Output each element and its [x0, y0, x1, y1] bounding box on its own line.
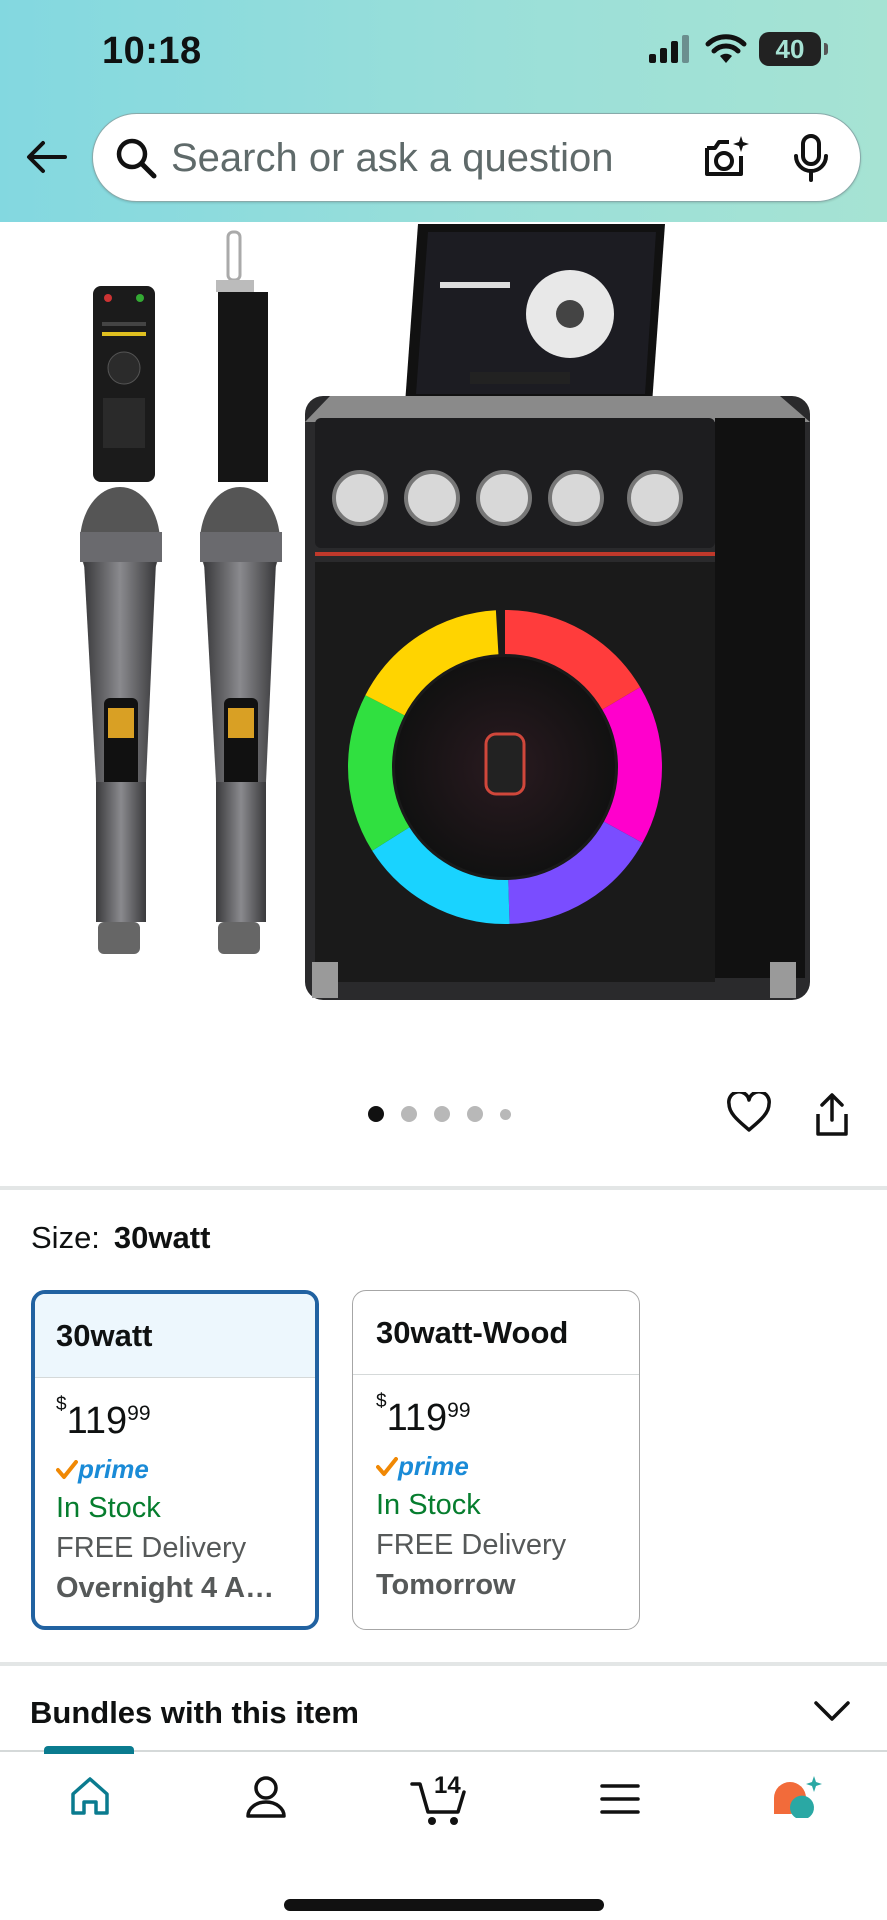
nav-rufus[interactable] [770, 1774, 824, 1827]
size-label: Size: 30watt [31, 1220, 210, 1256]
bundles-section-title[interactable]: Bundles with this item [30, 1695, 359, 1731]
header: 10:18 40 [0, 0, 887, 222]
carousel-dot[interactable] [500, 1108, 511, 1120]
nav-home[interactable] [68, 1774, 112, 1823]
option-name: 30watt-Wood [353, 1291, 639, 1375]
search-bar[interactable] [92, 113, 861, 202]
search-input[interactable] [171, 128, 691, 188]
nav-active-indicator [44, 1746, 134, 1754]
currency-symbol: $ [56, 1394, 67, 1415]
prime-badge: prime [376, 1451, 469, 1482]
price-whole: 119 [386, 1397, 448, 1439]
menu-icon [600, 1784, 640, 1814]
chevron-down-icon [814, 1701, 850, 1721]
karaoke-speaker-image [80, 224, 810, 1000]
wishlist-button[interactable] [726, 1090, 772, 1139]
prime-badge: prime [56, 1454, 149, 1485]
nav-account[interactable] [244, 1774, 288, 1825]
microphone-icon[interactable] [791, 132, 831, 184]
price-cents: 99 [127, 1402, 151, 1425]
stock-status: In Stock [56, 1492, 161, 1524]
delivery-time: Tomorrow [376, 1569, 516, 1601]
delivery-text: FREE Delivery [56, 1532, 247, 1564]
size-label-text: Size: [31, 1220, 100, 1255]
carousel-dot[interactable] [401, 1106, 417, 1122]
share-icon [816, 1093, 848, 1136]
bottom-navigation: 14 [0, 1746, 887, 1920]
heart-icon [727, 1090, 771, 1132]
back-button[interactable] [22, 132, 72, 182]
product-image[interactable] [0, 222, 887, 1042]
option-price: $11999 [56, 1394, 151, 1443]
carousel-dot[interactable] [467, 1106, 483, 1122]
option-name: 30watt [35, 1294, 315, 1378]
size-option-30watt[interactable]: 30watt $11999 prime In Stock FREE Delive… [31, 1290, 319, 1630]
size-option-30watt-wood[interactable]: 30watt-Wood $11999 prime In Stock FREE D… [352, 1290, 640, 1630]
signal-icon [649, 35, 689, 63]
prime-check-icon [376, 1456, 398, 1476]
share-button[interactable] [812, 1092, 852, 1143]
account-icon [246, 1776, 286, 1818]
currency-symbol: $ [376, 1391, 387, 1412]
home-icon [71, 1777, 109, 1815]
price-whole: 119 [66, 1400, 128, 1442]
carousel-dots[interactable] [368, 1106, 511, 1122]
wifi-icon [705, 34, 747, 63]
section-divider [0, 1186, 887, 1190]
section-divider [0, 1662, 887, 1666]
prime-check-icon [56, 1459, 78, 1479]
bundles-expand-button[interactable] [812, 1698, 852, 1729]
prime-text: prime [398, 1451, 469, 1481]
delivery-time: Overnight 4 A… [56, 1572, 275, 1604]
back-arrow-icon [27, 141, 67, 173]
search-icon [116, 138, 157, 179]
status-icons: 40 [647, 32, 828, 66]
prime-text: prime [78, 1454, 149, 1484]
stock-status: In Stock [376, 1489, 481, 1521]
camera-search-icon[interactable] [701, 134, 751, 182]
size-selected-value: 30watt [113, 1220, 211, 1255]
option-price: $11999 [376, 1391, 471, 1440]
rufus-icon [774, 1776, 822, 1818]
carousel-dot[interactable] [434, 1106, 450, 1122]
carousel-dot[interactable] [368, 1106, 384, 1122]
battery-icon: 40 [759, 32, 828, 66]
status-time: 10:18 [102, 30, 202, 72]
home-indicator [284, 1899, 604, 1911]
price-cents: 99 [447, 1399, 471, 1422]
delivery-text: FREE Delivery [376, 1529, 567, 1561]
nav-menu[interactable] [599, 1782, 641, 1821]
cart-count-badge: 14 [434, 1772, 461, 1799]
